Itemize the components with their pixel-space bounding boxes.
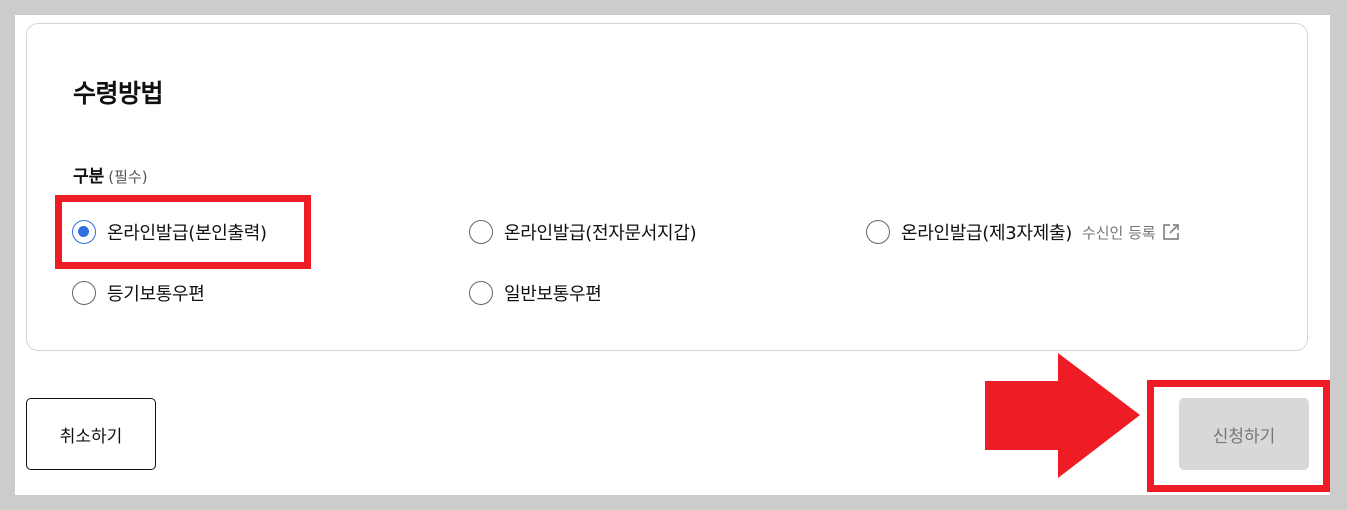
radio-online-e-wallet[interactable]: [469, 220, 493, 244]
receipt-method-card: 수령방법 구분 (필수) 온라인발급(본인출력) 온라인발급(전자문서지갑) 온라…: [26, 23, 1308, 351]
cancel-button[interactable]: 취소하기: [26, 398, 156, 470]
option-label: 등기보통우편: [107, 284, 205, 305]
radio-regular-mail[interactable]: [469, 281, 493, 305]
option-label: 일반보통우편: [504, 284, 602, 305]
option-online-third-party[interactable]: 온라인발급(제3자제출) 수신인 등록: [866, 219, 1180, 245]
option-online-self-print[interactable]: 온라인발급(본인출력): [72, 219, 267, 245]
option-label: 온라인발급(본인출력): [107, 223, 267, 244]
radio-online-third-party[interactable]: [866, 220, 890, 244]
option-label: 온라인발급(전자문서지갑): [504, 223, 697, 244]
register-recipient-label: 수신인 등록: [1081, 223, 1156, 242]
option-registered-mail[interactable]: 등기보통우편: [72, 280, 205, 306]
register-recipient-link[interactable]: 수신인 등록: [1082, 222, 1180, 243]
section-title: 수령방법: [73, 79, 164, 108]
required-marker: (필수): [108, 168, 148, 186]
option-regular-mail[interactable]: 일반보통우편: [469, 280, 602, 306]
submit-button[interactable]: 신청하기: [1179, 398, 1309, 470]
option-online-e-wallet[interactable]: 온라인발급(전자문서지갑): [469, 219, 697, 245]
field-label: 구분 (필수): [73, 162, 148, 187]
radio-online-self-print[interactable]: [72, 220, 96, 244]
option-label: 온라인발급(제3자제출): [901, 223, 1072, 244]
radio-registered-mail[interactable]: [72, 281, 96, 305]
red-arrow-icon: [985, 353, 1140, 478]
field-label-text: 구분: [73, 167, 105, 187]
external-link-icon: [1162, 224, 1179, 240]
